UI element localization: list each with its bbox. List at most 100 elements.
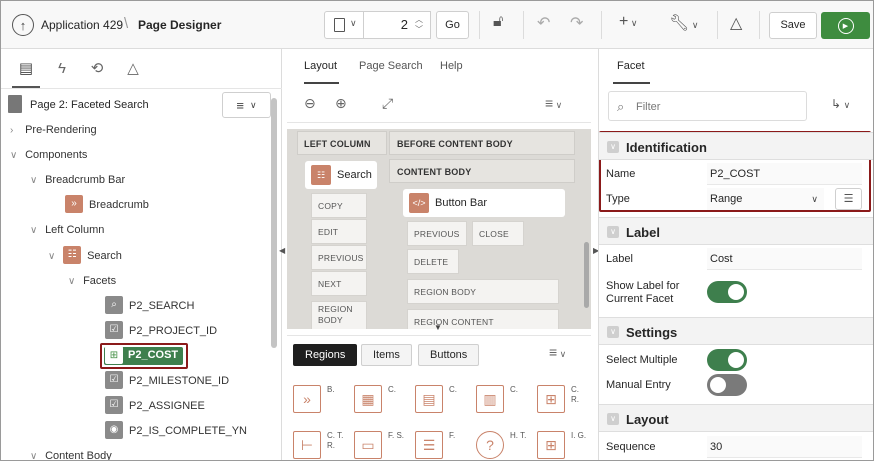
expand-icon[interactable]: ⤢	[382, 95, 393, 112]
slot-delete[interactable]: DELETE	[407, 249, 459, 274]
tree-menu-button[interactable]: ≡ ∨	[222, 92, 271, 118]
layout-scrollbar[interactable]	[584, 242, 589, 308]
processing-tab-icon[interactable]: ⟲	[87, 58, 107, 78]
tree-node-pre-rendering[interactable]: › Pre-Rendering	[10, 119, 97, 141]
shared-components-icon[interactable]: △	[730, 13, 742, 33]
sequence-input[interactable]: 30	[707, 436, 862, 458]
gallery-item-classic-report[interactable]: ⊞ C. R.	[531, 379, 591, 419]
gallery-tab-items[interactable]: Items	[361, 344, 412, 366]
unlock-icon[interactable]: 🔓︎	[493, 13, 503, 31]
toolbar-divider	[601, 11, 602, 39]
active-tab-indicator	[12, 86, 40, 88]
property-filter: ⌕	[608, 91, 807, 121]
shared-components-tab-icon[interactable]: △	[123, 58, 143, 78]
show-label-toggle[interactable]	[707, 281, 747, 303]
gallery-item-chart[interactable]: ▥ C.	[470, 379, 530, 419]
slot-region-content[interactable]: REGION CONTENT	[407, 309, 559, 329]
type-select[interactable]: Range ∨	[707, 188, 824, 210]
tab-help[interactable]: Help	[440, 60, 463, 72]
gallery-menu-icon[interactable]: ≡ ∨	[549, 344, 566, 360]
utilities-icon[interactable]: 🔧︎ ∨	[669, 13, 698, 33]
before-content-header: BEFORE CONTENT BODY	[389, 131, 575, 155]
create-icon[interactable]: + ∨	[619, 13, 637, 31]
button-bar-region-card[interactable]: </> Button Bar	[403, 189, 565, 217]
slot-region-body[interactable]: REGION BODY	[311, 301, 367, 329]
label-input[interactable]: Cost	[707, 248, 862, 270]
dynamic-actions-tab-icon[interactable]: ϟ	[52, 58, 72, 78]
middle-pane-tabs: Layout Page Search Help	[287, 49, 591, 85]
section-settings[interactable]: ∨ Settings	[599, 317, 873, 345]
resize-down-icon[interactable]: ▼	[434, 323, 442, 332]
tree-node-p2-assignee[interactable]: ☑ P2_ASSIGNEE	[105, 395, 205, 417]
chevron-down-icon: ∨	[10, 150, 18, 161]
tree-node-p2-is-complete-yn[interactable]: ◉ P2_IS_COMPLETE_YN	[105, 420, 247, 442]
gallery-item-tree[interactable]: ⊢ C. T. R.	[287, 425, 347, 460]
layout-menu-icon[interactable]: ≡ ∨	[545, 95, 562, 111]
manual-entry-toggle[interactable]	[707, 374, 747, 396]
gallery-tab-buttons[interactable]: Buttons	[418, 344, 480, 366]
tree-node-content-body[interactable]: ∨ Content Body	[30, 445, 112, 460]
name-input[interactable]: P2_COST	[707, 163, 862, 185]
slot-close[interactable]: CLOSE	[472, 221, 524, 246]
property-editor-pane: Facet ⌕ ↳ ∨ ∨ Identification Name P2_COS…	[598, 49, 873, 460]
section-label[interactable]: ∨ Label	[599, 217, 873, 245]
slot-previous[interactable]: PREVIOUS	[311, 245, 367, 270]
calendar-icon: ▦	[354, 385, 382, 413]
zoom-in-icon[interactable]: ⊕	[335, 95, 347, 112]
slot-copy[interactable]: COPY	[311, 193, 367, 218]
redo-icon[interactable]: ↷	[570, 13, 583, 33]
search-facet-icon: ⌕	[105, 296, 123, 315]
page-stepper[interactable]: ︿ ﹀	[412, 15, 426, 35]
tree-node-facets[interactable]: ∨ Facets	[68, 270, 116, 292]
tab-layout[interactable]: Layout	[304, 60, 337, 72]
list-of-values-button[interactable]: ☰	[835, 188, 862, 210]
gallery-item-faceted-search[interactable]: ▭ F. S.	[348, 425, 408, 460]
slot-region-body[interactable]: REGION BODY	[407, 279, 559, 304]
tab-page-search[interactable]: Page Search	[359, 60, 423, 72]
tree-node-breadcrumb-bar[interactable]: ∨ Breadcrumb Bar	[30, 169, 125, 191]
gallery-item-cards[interactable]: ▤ C.	[409, 379, 469, 419]
rendering-tab-icon[interactable]: ▤	[16, 58, 36, 78]
tree-scrollbar[interactable]	[271, 98, 277, 348]
gallery-item-breadcrumb[interactable]: » B.	[287, 379, 347, 419]
tree-node-p2-milestone-id[interactable]: ☑ P2_MILESTONE_ID	[105, 370, 229, 392]
go-to-group-icon[interactable]: ↳ ∨	[831, 97, 850, 111]
filter-input[interactable]	[636, 97, 796, 117]
tree-node-components[interactable]: ∨ Components	[10, 144, 87, 166]
gallery-item-help-text[interactable]: ? H. T.	[470, 425, 530, 460]
tree-node-p2-cost-selected[interactable]: ⊞ P2_COST	[100, 343, 188, 369]
tree-node-breadcrumb[interactable]: » Breadcrumb	[65, 194, 149, 216]
gallery-item-calendar[interactable]: ▦ C.	[348, 379, 408, 419]
collapse-left-icon[interactable]: ◀	[279, 246, 285, 255]
checkbox-facet-icon: ☑	[105, 396, 123, 415]
tree-node-p2-search[interactable]: ⌕ P2_SEARCH	[105, 295, 194, 317]
app-up-icon[interactable]: ↑	[12, 14, 34, 36]
app-name-link[interactable]: Application 429	[41, 18, 123, 32]
section-identification[interactable]: ∨ Identification	[599, 132, 873, 160]
go-button[interactable]: Go	[436, 11, 469, 39]
section-layout[interactable]: ∨ Layout	[599, 404, 873, 432]
page-node-label[interactable]: Page 2: Faceted Search	[30, 99, 149, 111]
gallery-item-interactive-grid[interactable]: ⊞ I. G.	[531, 425, 591, 460]
save-button[interactable]: Save	[769, 12, 817, 39]
undo-icon[interactable]: ↶	[537, 13, 550, 33]
slot-edit[interactable]: EDIT	[311, 219, 367, 244]
tab-facet[interactable]: Facet	[617, 60, 645, 72]
tree-node-left-column[interactable]: ∨ Left Column	[30, 219, 104, 241]
toolbar-divider	[479, 11, 480, 39]
zoom-out-icon[interactable]: ⊖	[304, 95, 316, 112]
tree-node-search[interactable]: ∨ ☷ Search	[48, 245, 122, 267]
gallery-tab-regions[interactable]: Regions	[293, 344, 358, 366]
page-finder-button[interactable]: ∨	[324, 11, 364, 39]
chevron-down-icon: ∨	[607, 413, 619, 425]
search-region-card[interactable]: ☷ Search	[305, 161, 377, 189]
tree-node-p2-project-id[interactable]: ☑ P2_PROJECT_ID	[105, 320, 217, 342]
region-gallery: » B. ▦ C. ▤ C. ▥ C. ⊞ C. R. ⊢ C. T. R. ▭ F. S. …	[287, 379, 591, 460]
select-multiple-toggle[interactable]	[707, 349, 747, 371]
chevron-down-icon: ∨	[250, 99, 257, 110]
slot-next[interactable]: NEXT	[311, 271, 367, 296]
run-button[interactable]: ▶	[821, 12, 870, 39]
gallery-item-form[interactable]: ☰ F.	[409, 425, 469, 460]
breadcrumb-icon: »	[293, 385, 321, 413]
slot-previous[interactable]: PREVIOUS	[407, 221, 467, 246]
